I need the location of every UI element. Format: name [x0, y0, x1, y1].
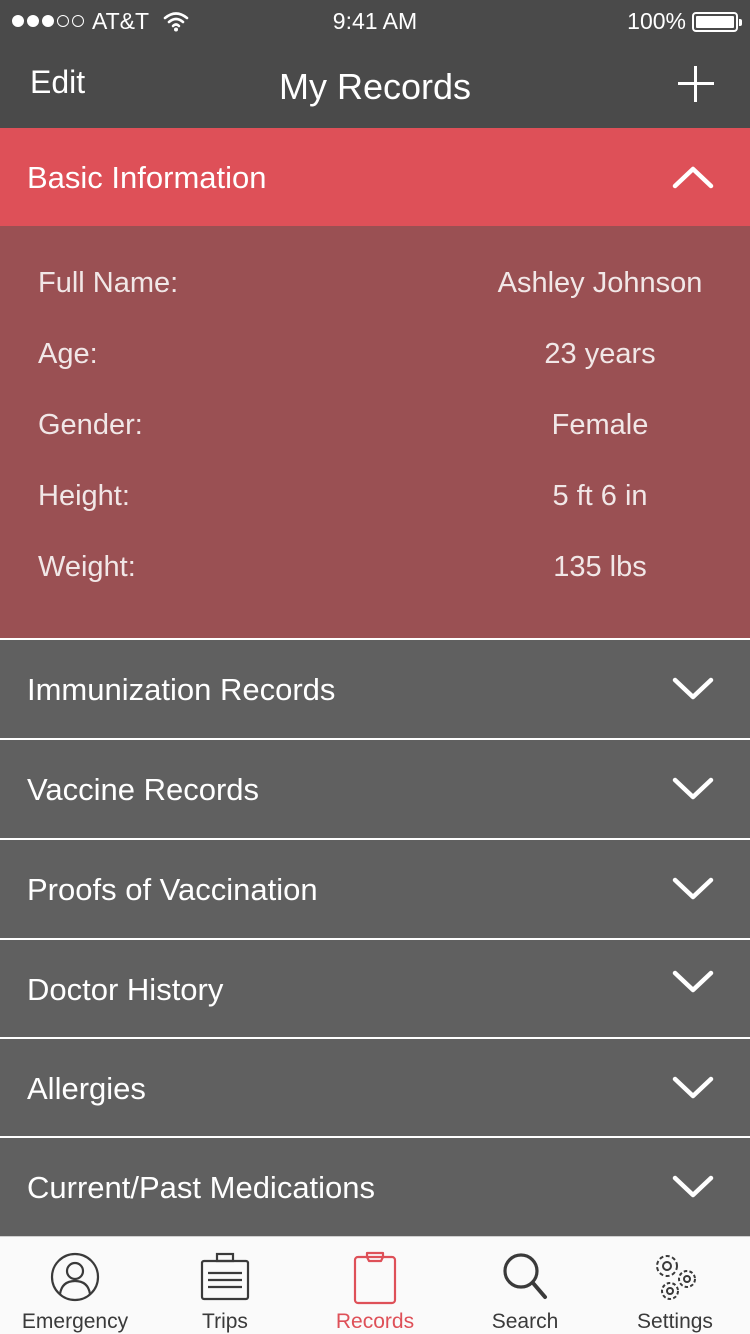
tab-search[interactable]: Search	[450, 1237, 600, 1334]
battery-icon	[692, 11, 742, 32]
tab-bar: Emergency Trips Records Search Settings	[0, 1236, 750, 1334]
basic-information-panel: Full Name: Ashley Johnson Age: 23 years …	[0, 226, 750, 638]
info-row-full-name: Full Name: Ashley Johnson	[0, 267, 750, 307]
field-label: Height:	[38, 480, 130, 512]
chevron-down-icon	[672, 1076, 714, 1099]
field-value: Female	[551, 409, 649, 441]
chevron-down-icon	[672, 1175, 714, 1198]
field-value: 23 years	[544, 338, 656, 370]
clipboard-icon	[353, 1251, 397, 1305]
section-title: Immunization Records	[27, 672, 336, 707]
section-title: Basic Information	[27, 160, 267, 195]
section-immunization-records[interactable]: Immunization Records	[0, 640, 750, 738]
section-title: Vaccine Records	[27, 772, 260, 807]
section-proofs-of-vaccination[interactable]: Proofs of Vaccination	[0, 840, 750, 938]
chevron-down-icon	[672, 970, 714, 993]
section-allergies[interactable]: Allergies	[0, 1039, 750, 1137]
suitcase-icon	[200, 1252, 250, 1301]
info-row-age: Age: 23 years	[0, 338, 750, 378]
chevron-down-icon	[672, 877, 714, 900]
section-title: Proofs of Vaccination	[27, 872, 318, 907]
tab-label: Search	[491, 1310, 559, 1333]
tab-settings[interactable]: Settings	[600, 1237, 750, 1334]
tab-label: Settings	[637, 1310, 713, 1333]
section-title: Current/Past Medications	[27, 1170, 376, 1205]
field-label: Age:	[38, 338, 98, 370]
gear-icon	[656, 1255, 696, 1300]
battery-percentage: 100%	[627, 8, 686, 34]
field-value: 135 lbs	[553, 551, 647, 583]
field-label: Full Name:	[38, 267, 179, 299]
field-label: Weight:	[38, 551, 136, 583]
status-bar: AT&T 9:41 AM 100%	[0, 0, 750, 40]
tab-emergency[interactable]: Emergency	[0, 1237, 150, 1334]
field-value: Ashley Johnson	[497, 267, 703, 299]
person-icon	[50, 1252, 100, 1302]
chevron-down-icon	[672, 677, 714, 700]
section-current-past-medications[interactable]: Current/Past Medications	[0, 1138, 750, 1236]
section-basic-information[interactable]: Basic Information	[0, 128, 750, 226]
tab-label: Emergency	[21, 1310, 129, 1333]
tab-trips[interactable]: Trips	[150, 1237, 300, 1334]
info-row-gender: Gender: Female	[0, 409, 750, 449]
section-vaccine-records[interactable]: Vaccine Records	[0, 740, 750, 838]
field-label: Gender:	[38, 409, 143, 441]
status-right: 100%	[627, 8, 742, 35]
navigation-bar: Edit My Records	[0, 40, 750, 128]
search-icon	[503, 1253, 547, 1299]
tab-label: Records	[335, 1310, 415, 1333]
info-row-height: Height: 5 ft 6 in	[0, 480, 750, 520]
field-value: 5 ft 6 in	[552, 480, 648, 512]
section-doctor-history[interactable]: Doctor History	[0, 940, 750, 1038]
chevron-down-icon	[672, 777, 714, 800]
section-title: Allergies	[27, 1071, 146, 1106]
info-row-weight: Weight: 135 lbs	[0, 551, 750, 591]
tab-label: Trips	[202, 1310, 248, 1333]
page-title: My Records	[278, 66, 472, 107]
plus-icon[interactable]	[678, 66, 714, 102]
section-title: Doctor History	[27, 972, 224, 1007]
chevron-up-icon	[672, 166, 714, 189]
tab-records[interactable]: Records	[300, 1237, 450, 1334]
